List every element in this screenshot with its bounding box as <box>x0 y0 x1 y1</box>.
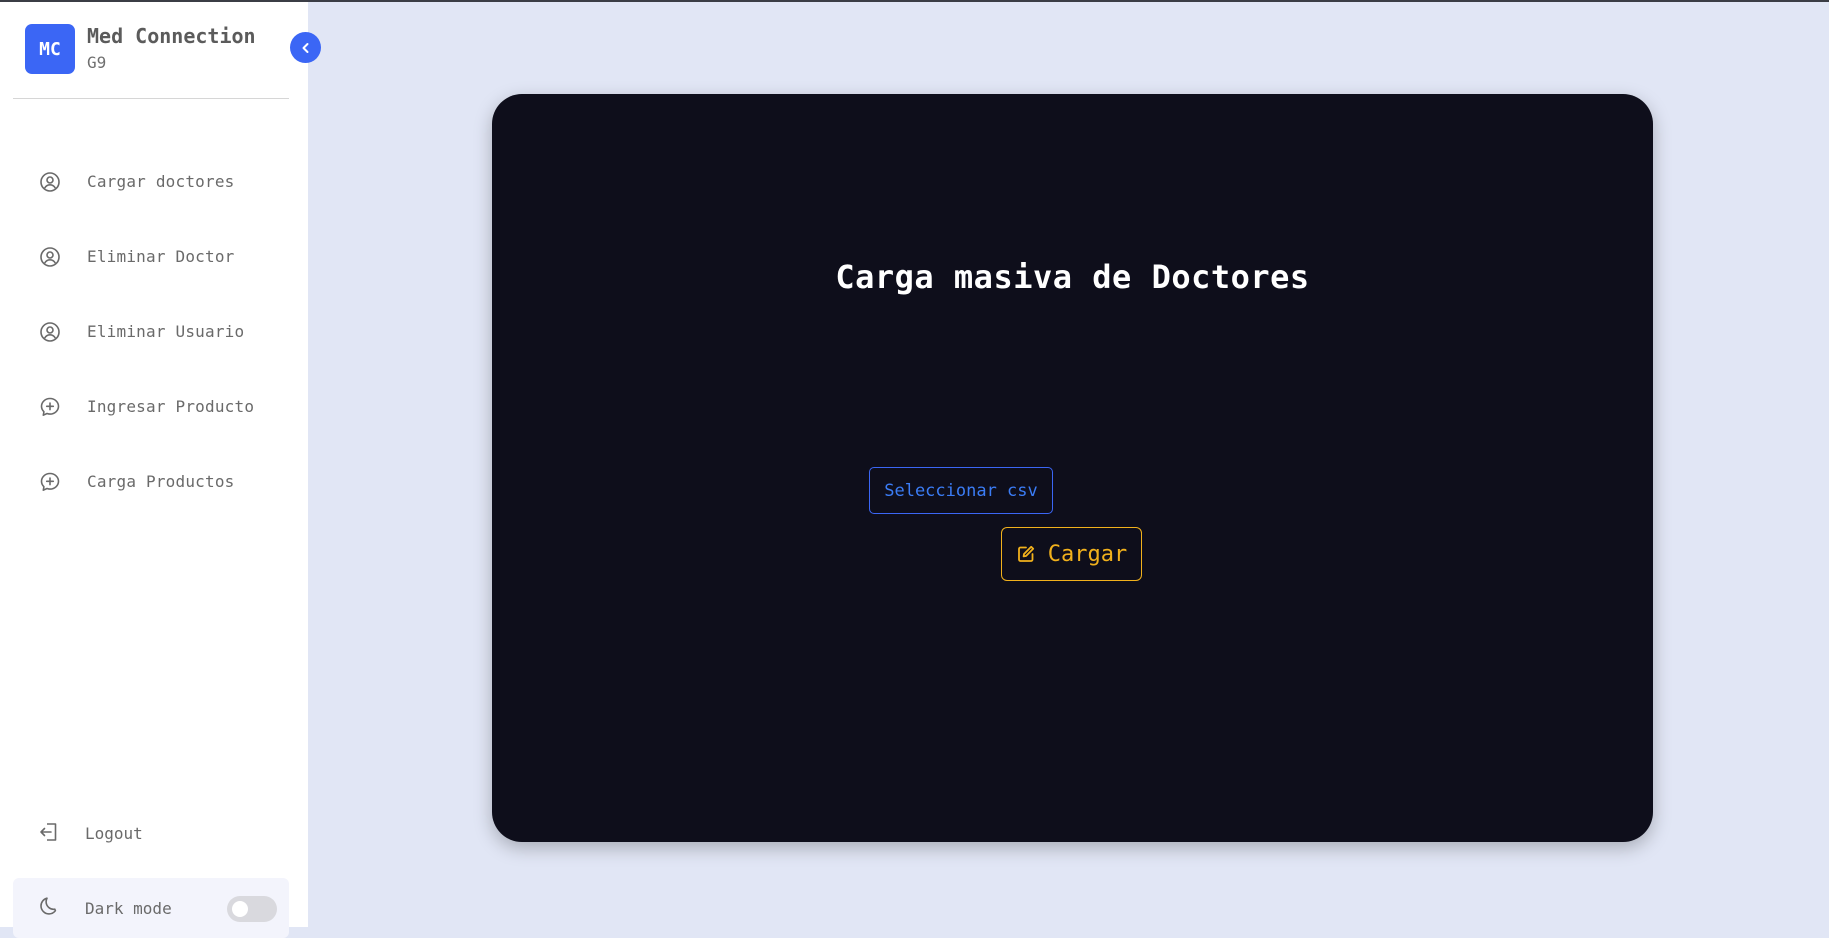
user-circle-icon <box>38 245 62 269</box>
dark-mode-toggle[interactable] <box>227 896 277 922</box>
dark-mode-row: Dark mode <box>13 878 289 938</box>
sidebar-item-label: Eliminar Doctor <box>87 247 235 266</box>
user-circle-icon <box>38 170 62 194</box>
moon-icon <box>38 895 60 921</box>
sidebar-item-ingresar-producto[interactable]: Ingresar Producto <box>0 369 308 444</box>
dark-mode-toggle-knob <box>232 901 248 917</box>
sidebar-bottom: Logout Dark mode <box>0 796 308 938</box>
sidebar-item-carga-productos[interactable]: Carga Productos <box>0 444 308 519</box>
edit-icon <box>1016 544 1036 564</box>
sidebar-collapse-button[interactable] <box>290 32 321 63</box>
chat-plus-icon <box>38 395 62 419</box>
sidebar-menu: Cargar doctores Eliminar Doctor Eliminar… <box>0 144 308 519</box>
sidebar-item-eliminar-doctor[interactable]: Eliminar Doctor <box>0 219 308 294</box>
user-circle-icon <box>38 320 62 344</box>
sidebar-item-label: Cargar doctores <box>87 172 235 191</box>
sidebar-item-label: Eliminar Usuario <box>87 322 245 341</box>
brand-logo: MC <box>25 24 75 74</box>
brand: MC Med Connection G9 <box>25 22 256 76</box>
sidebar-item-label: Carga Productos <box>87 472 235 491</box>
dark-mode-label: Dark mode <box>85 898 172 918</box>
sidebar-item-cargar-doctores[interactable]: Cargar doctores <box>0 144 308 219</box>
window-top-border <box>0 0 1829 2</box>
sidebar-item-eliminar-usuario[interactable]: Eliminar Usuario <box>0 294 308 369</box>
chat-plus-icon <box>38 470 62 494</box>
sidebar-item-label: Ingresar Producto <box>87 397 255 416</box>
chevron-left-icon <box>302 42 308 53</box>
sidebar: MC Med Connection G9 Cargar doctores Eli… <box>0 2 321 938</box>
brand-text: Med Connection G9 <box>87 22 256 76</box>
upload-card: Carga masiva de Doctores Seleccionar csv… <box>492 94 1653 842</box>
logout-label: Logout <box>85 824 143 843</box>
load-button[interactable]: Cargar <box>1001 527 1142 581</box>
logout-button[interactable]: Logout <box>0 796 308 871</box>
page-title: Carga masiva de Doctores <box>835 258 1310 296</box>
brand-name: Med Connection <box>87 24 256 48</box>
select-csv-button[interactable]: Seleccionar csv <box>869 467 1053 514</box>
load-button-label: Cargar <box>1047 541 1128 567</box>
logout-icon <box>38 821 60 847</box>
sidebar-divider <box>13 98 289 99</box>
brand-subtitle: G9 <box>87 53 107 72</box>
